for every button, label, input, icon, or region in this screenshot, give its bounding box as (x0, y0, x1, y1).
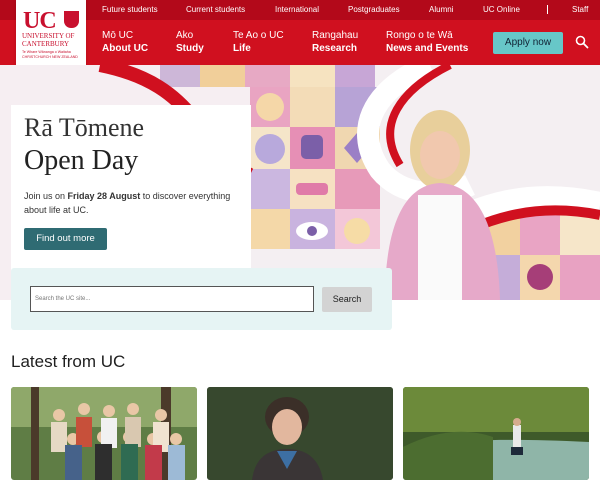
hero-title-maori: Rā Tōmene (24, 113, 145, 142)
hero-description: Join us on Friday 28 August to discover … (24, 189, 246, 217)
search-button[interactable]: Search (322, 287, 372, 312)
hero-banner: Rā Tōmene Open Day Join us on Friday 28 … (0, 65, 600, 300)
nav-item-maori-label: Te Ao o UC (233, 30, 284, 41)
link-uc-online[interactable]: UC Online (483, 5, 520, 14)
logo-location-line: CHRISTCHURCH NEW ZEALAND (22, 55, 78, 59)
logo-wordmark: UC (23, 8, 57, 34)
hero-title: Open Day (24, 145, 139, 176)
site-search-panel: Search the UC site... Search (11, 268, 392, 330)
nav-item-maori-label: Rongo o te Wā (386, 30, 453, 41)
logo-maori-line: Te Whare Wānanga o Waitaha (22, 50, 71, 54)
nav-item-maori-label: Ako (176, 30, 194, 41)
group-photo-image (11, 387, 197, 480)
uc-logo[interactable]: UC UNIVERSITY OF CANTERBURY Te Whare Wān… (16, 0, 86, 68)
nav-item-about[interactable]: Mō UC About UC (102, 30, 148, 56)
news-card-2[interactable] (207, 387, 393, 480)
hero-date: Friday 28 August (67, 191, 141, 201)
latest-heading: Latest from UC (11, 352, 126, 371)
news-card-3[interactable] (403, 387, 589, 480)
nav-item-life[interactable]: Te Ao o UC Life (233, 30, 284, 56)
find-out-more-button[interactable]: Find out more (24, 228, 107, 250)
nav-item-maori-label: Mō UC (102, 30, 134, 41)
crest-icon (64, 11, 79, 28)
link-postgraduates[interactable]: Postgraduates (348, 5, 400, 14)
apply-now-button[interactable]: Apply now (493, 32, 563, 54)
portrait-photo-image (207, 387, 393, 480)
logo-name-line1: UNIVERSITY OF (22, 32, 75, 40)
nav-item-label: Study (176, 43, 204, 54)
utility-bar: Future students Current students Interna… (0, 0, 600, 20)
nav-item-study[interactable]: Ako Study (176, 30, 204, 56)
hero-text-lead: Join us on (24, 191, 68, 201)
logo-name-line2: CANTERBURY (22, 40, 70, 48)
search-icon[interactable] (575, 35, 589, 49)
nav-item-label: About UC (102, 43, 149, 54)
link-alumni[interactable]: Alumni (429, 5, 453, 14)
nav-item-research[interactable]: Rangahau Research (312, 30, 358, 56)
nav-item-label: Research (312, 43, 358, 54)
link-staff[interactable]: Staff (572, 5, 588, 14)
link-international[interactable]: International (275, 5, 319, 14)
utility-divider (547, 5, 548, 14)
main-navigation: Mō UC About UC Ako Study Te Ao o UC Life… (0, 20, 600, 65)
nav-item-news-events[interactable]: Rongo o te Wā News and Events (386, 30, 468, 56)
nav-item-label: Life (233, 43, 251, 54)
link-current-students[interactable]: Current students (186, 5, 245, 14)
river-forest-photo-image (403, 387, 589, 480)
link-future-students[interactable]: Future students (102, 5, 158, 14)
nav-item-label: News and Events (386, 43, 469, 54)
nav-item-maori-label: Rangahau (312, 30, 359, 41)
news-card-1[interactable] (11, 387, 197, 480)
site-search-input[interactable]: Search the UC site... (30, 286, 314, 312)
